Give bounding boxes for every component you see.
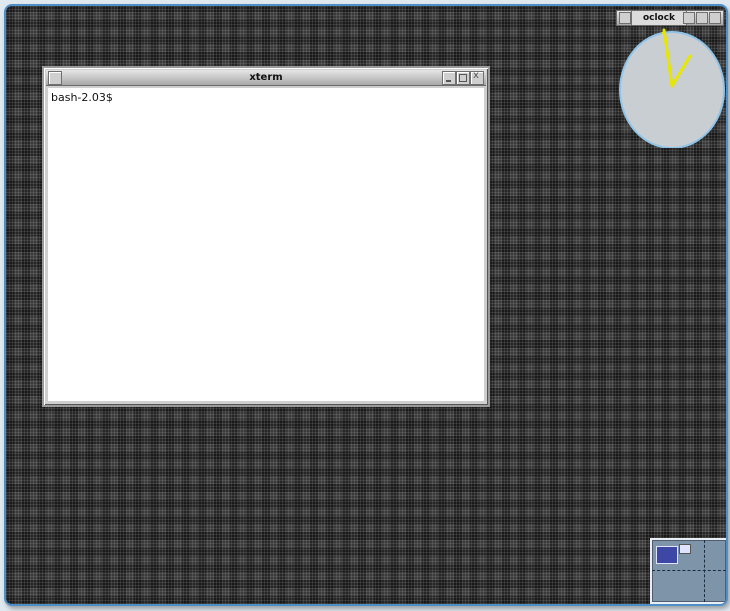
desktop[interactable]: xterm bash-2.03$ oclock	[4, 4, 728, 606]
terminal-prompt: bash-2.03$	[51, 91, 113, 104]
pager-divider-vertical	[704, 540, 705, 602]
clock-face	[619, 31, 725, 149]
desktop-pager[interactable]	[650, 538, 726, 604]
oclock-maximize-icon[interactable]	[696, 12, 708, 24]
terminal-area[interactable]: bash-2.03$	[48, 88, 484, 401]
oclock-menu-icon[interactable]	[619, 12, 631, 24]
clock-icon	[619, 28, 725, 149]
oclock-minimize-icon[interactable]	[683, 12, 695, 24]
xterm-titlebar[interactable]: xterm	[46, 70, 486, 86]
pager-oclock-thumbnail[interactable]	[679, 544, 691, 554]
minimize-icon[interactable]	[442, 71, 456, 85]
maximize-icon[interactable]	[456, 71, 470, 85]
pager-xterm-thumbnail[interactable]	[656, 546, 678, 564]
xterm-window[interactable]: xterm bash-2.03$	[42, 66, 490, 407]
oclock-window[interactable]	[614, 24, 726, 149]
xterm-title: xterm	[249, 72, 283, 83]
minute-hand-tip	[662, 31, 666, 35]
pager-divider-horizontal	[652, 570, 726, 571]
oclock-close-icon[interactable]	[709, 12, 721, 24]
oclock-title: oclock	[631, 11, 687, 25]
close-icon[interactable]	[470, 70, 484, 85]
